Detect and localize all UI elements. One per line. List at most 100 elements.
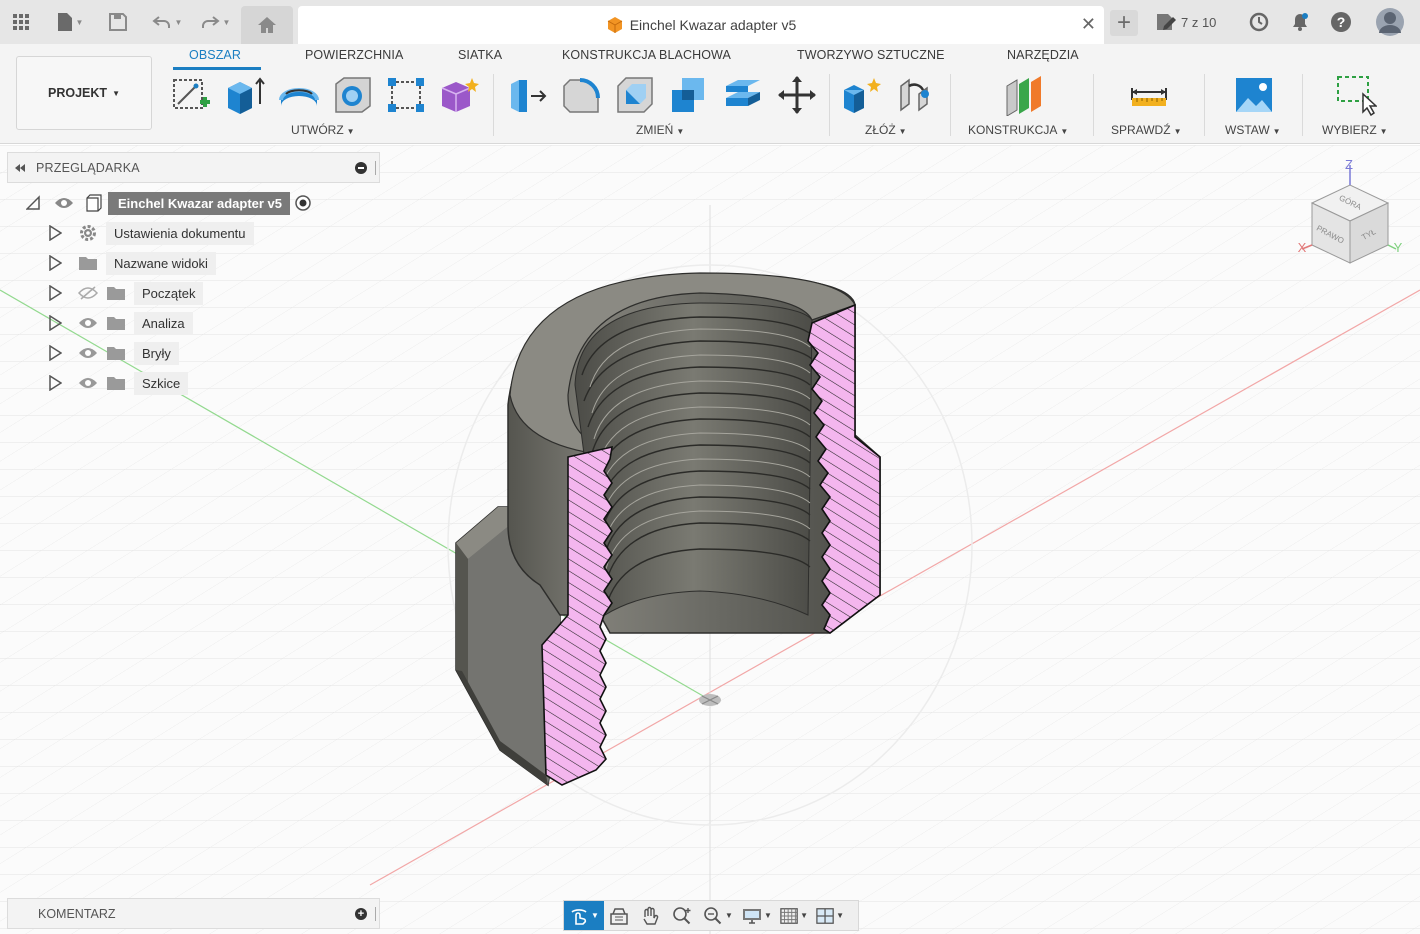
notifications-button[interactable] <box>1288 10 1312 34</box>
group-konstrukcja[interactable]: KONSTRUKCJA ▼ <box>968 123 1068 137</box>
zoom-icon <box>673 906 691 924</box>
tree-item-label: Ustawienia dokumentu <box>106 221 254 245</box>
offset-face-icon[interactable] <box>722 74 764 116</box>
user-avatar-icon <box>1376 8 1404 36</box>
viewports-button[interactable]: ▼ <box>812 901 848 930</box>
pan-button[interactable] <box>634 901 666 930</box>
project-button[interactable]: PROJEKT ▼ <box>16 56 152 130</box>
file-menu-button[interactable]: ▼ <box>52 10 88 34</box>
create-form-icon[interactable] <box>438 74 480 116</box>
combine-icon[interactable] <box>668 74 710 116</box>
insert-image-icon[interactable] <box>1233 74 1275 116</box>
pan-icon <box>643 906 659 925</box>
move-icon[interactable] <box>776 74 818 116</box>
ribbon: OBSZAR POWIERZCHNIA SIATKA KONSTRUKCJA B… <box>0 44 1420 144</box>
joint-icon[interactable] <box>897 74 939 116</box>
collapsed-triangle-icon[interactable] <box>48 375 62 391</box>
fillet-icon[interactable] <box>560 74 602 116</box>
clock-button[interactable] <box>1247 10 1271 34</box>
user-avatar[interactable] <box>1374 6 1406 38</box>
eye-icon[interactable] <box>78 346 98 360</box>
undo-button[interactable]: ▼ <box>148 10 186 34</box>
collapse-panel-icon[interactable] <box>14 163 26 173</box>
tab-narzedzia[interactable]: NARZĘDZIA <box>1007 48 1079 62</box>
tree-item-nazwane-widoki[interactable]: Nazwane widoki <box>48 250 216 276</box>
app-grid-button[interactable] <box>10 10 32 34</box>
panel-resize-handle[interactable] <box>375 907 376 921</box>
navigation-bar: ▼ ▼ ▼ ▼ ▼ <box>563 900 859 931</box>
new-component-icon[interactable] <box>842 74 884 116</box>
job-status-button[interactable]: 7 z 10 <box>1155 10 1216 34</box>
folder-icon <box>107 287 125 300</box>
expanded-triangle-icon[interactable] <box>26 195 40 211</box>
document-tab[interactable]: Einchel Kwazar adapter v5 ✕ <box>298 6 1104 44</box>
group-separator <box>1093 74 1094 136</box>
plus-icon[interactable]: + <box>1110 9 1138 36</box>
tree-item-label: Szkice <box>134 371 189 395</box>
tab-konstrukcja-blachowa[interactable]: KONSTRUKCJA BLACHOWA <box>562 48 731 62</box>
folder-icon <box>107 317 125 330</box>
offset-plane-icon[interactable] <box>1003 74 1045 116</box>
look-at-button[interactable] <box>604 901 634 930</box>
group-sprawdz[interactable]: SPRAWDŹ ▼ <box>1111 123 1181 137</box>
revolve-icon[interactable] <box>278 74 320 116</box>
tab-siatka[interactable]: SIATKA <box>458 48 502 62</box>
save-button[interactable] <box>107 10 129 34</box>
comments-panel-header[interactable]: KOMENTARZ + <box>7 898 380 929</box>
tree-item-label: Bryły <box>134 341 179 365</box>
add-comment-button[interactable]: + <box>355 908 367 920</box>
collapsed-triangle-icon[interactable] <box>48 255 62 271</box>
hidden-eye-icon[interactable] <box>78 286 98 300</box>
eye-icon[interactable] <box>78 376 98 390</box>
collapsed-triangle-icon[interactable] <box>48 225 62 241</box>
tree-item-szkice[interactable]: Szkice <box>48 370 189 396</box>
root-component-label: Einchel Kwazar adapter v5 <box>108 191 291 215</box>
undo-icon <box>151 16 170 28</box>
collapsed-triangle-icon[interactable] <box>48 345 62 361</box>
browser-panel-header[interactable]: PRZEGLĄDARKA <box>7 152 380 183</box>
group-utworz[interactable]: UTWÓRZ ▼ <box>291 123 355 137</box>
tree-item-poczatek[interactable]: Początek <box>48 280 204 306</box>
orbit-button[interactable]: ▼ <box>564 901 604 930</box>
home-tab[interactable] <box>241 6 293 44</box>
hole-icon[interactable] <box>332 74 374 116</box>
eye-icon[interactable] <box>54 196 74 210</box>
collapsed-triangle-icon[interactable] <box>48 285 62 301</box>
group-wybierz[interactable]: WYBIERZ ▼ <box>1322 123 1388 137</box>
component-cube-icon <box>607 17 622 33</box>
create-sketch-icon[interactable] <box>170 74 212 116</box>
group-zloz[interactable]: ZŁÓŻ ▼ <box>865 123 907 137</box>
tree-item-analiza[interactable]: Analiza <box>48 310 193 336</box>
tree-item-ustawienia[interactable]: Ustawienia dokumentu <box>48 220 254 246</box>
panel-resize-handle[interactable] <box>375 161 376 175</box>
group-zmien[interactable]: ZMIEŃ ▼ <box>636 123 684 137</box>
svg-text:?: ? <box>1337 14 1346 30</box>
tree-root-row[interactable]: Einchel Kwazar adapter v5 <box>26 190 312 216</box>
rectangular-pattern-icon[interactable] <box>386 74 428 116</box>
help-button[interactable]: ? <box>1329 10 1353 34</box>
tree-item-label: Nazwane widoki <box>106 251 216 275</box>
collapsed-triangle-icon[interactable] <box>48 315 62 331</box>
redo-button[interactable]: ▼ <box>196 10 234 34</box>
browser-minimize-button[interactable] <box>355 162 367 174</box>
save-icon <box>109 13 127 31</box>
tab-tworzywo-sztuczne[interactable]: TWORZYWO SZTUCZNE <box>797 48 945 62</box>
grid-settings-button[interactable]: ▼ <box>776 901 812 930</box>
extrude-icon[interactable] <box>224 74 266 116</box>
shell-icon[interactable] <box>614 74 656 116</box>
axis-y-label: Y <box>1394 240 1403 255</box>
eye-icon[interactable] <box>78 316 98 330</box>
tab-obszar[interactable]: OBSZAR <box>189 48 241 62</box>
tree-item-bryly[interactable]: Bryły <box>48 340 179 366</box>
press-pull-icon[interactable] <box>507 74 549 116</box>
activate-radio-icon[interactable] <box>294 194 312 212</box>
display-settings-button[interactable]: ▼ <box>738 901 776 930</box>
measure-icon[interactable] <box>1128 74 1170 116</box>
select-icon[interactable] <box>1335 74 1377 116</box>
zoom-button[interactable] <box>666 901 698 930</box>
zoom-window-button[interactable]: ▼ <box>698 901 738 930</box>
tab-powierzchnia[interactable]: POWIERZCHNIA <box>305 48 403 62</box>
gear-icon <box>80 225 96 241</box>
group-wstaw[interactable]: WSTAW ▼ <box>1225 123 1281 137</box>
close-icon[interactable]: ✕ <box>1081 14 1096 35</box>
